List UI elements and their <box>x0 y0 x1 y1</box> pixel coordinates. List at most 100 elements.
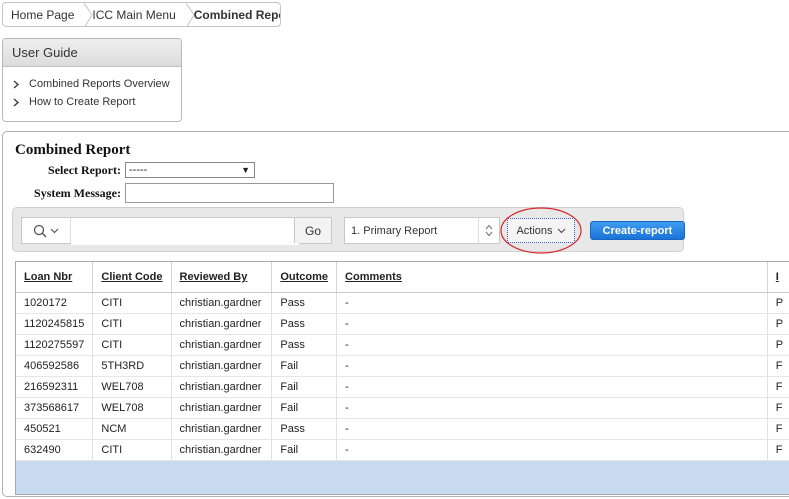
cell-loan-nbr: 373568617 <box>16 397 94 419</box>
search-icon <box>33 224 47 237</box>
updown-arrows-icon <box>478 218 499 243</box>
select-report-value: ----- <box>129 164 148 176</box>
cell-partial: F <box>767 418 789 440</box>
cell-comments: - <box>336 334 768 356</box>
column-header-reviewed-by[interactable]: Reviewed By <box>171 262 273 293</box>
cell-outcome: Fail <box>271 355 338 377</box>
saved-report-value: 1. Primary Report <box>351 224 438 237</box>
table-row: 1020172 CITI christian.gardner Pass - P <box>16 292 789 314</box>
select-report-label: Select Report: <box>48 163 121 177</box>
table-row: 406592586 5TH3RD christian.gardner Fail … <box>16 355 789 377</box>
cell-outcome: Pass <box>271 313 338 335</box>
system-message-field[interactable] <box>125 183 334 203</box>
cell-comments: - <box>336 355 768 377</box>
cell-partial: F <box>767 355 789 377</box>
region-title: Combined Report <box>15 142 131 158</box>
breadcrumb-current-label: Combined Report <box>193 7 280 22</box>
cell-loan-nbr: 632490 <box>16 439 94 461</box>
column-header-client-code[interactable]: Client Code <box>92 262 172 293</box>
table-row: 1120245815 CITI christian.gardner Pass -… <box>16 313 789 335</box>
column-header-outcome[interactable]: Outcome <box>271 262 338 293</box>
breadcrumb: Home Page ICC Main Menu Combined Report <box>2 2 281 27</box>
user-guide-list: Combined Reports Overview How to Create … <box>3 67 181 111</box>
guide-link-overview[interactable]: Combined Reports Overview <box>13 75 181 93</box>
cell-partial: F <box>767 397 789 419</box>
cell-reviewed-by: christian.gardner <box>171 355 273 377</box>
cell-outcome: Pass <box>271 334 338 356</box>
cell-partial: F <box>767 376 789 398</box>
cell-partial: P <box>767 292 789 314</box>
cell-comments: - <box>336 439 768 461</box>
cell-partial: P <box>767 313 789 335</box>
select-report-dropdown[interactable]: ----- ▼ <box>125 162 255 178</box>
table-row: 373568617 WEL708 christian.gardner Fail … <box>16 397 789 419</box>
system-message-label: System Message: <box>34 186 121 200</box>
breadcrumb-current: Combined Report <box>186 3 280 26</box>
cell-loan-nbr: 1020172 <box>16 292 94 314</box>
cell-loan-nbr: 450521 <box>16 418 94 440</box>
chevron-right-icon <box>13 98 23 107</box>
cell-client-code: CITI <box>92 313 172 335</box>
cell-loan-nbr: 1120245815 <box>16 313 94 335</box>
table-row: 632490 CITI christian.gardner Fail - F <box>16 439 789 461</box>
search-column-button[interactable] <box>22 218 71 243</box>
guide-link-how-to-create-label: How to Create Report <box>29 96 136 108</box>
cell-reviewed-by: christian.gardner <box>171 334 273 356</box>
cell-comments: - <box>336 418 768 440</box>
cell-comments: - <box>336 292 768 314</box>
cell-comments: - <box>336 397 768 419</box>
cell-reviewed-by: christian.gardner <box>171 418 273 440</box>
cell-loan-nbr: 216592311 <box>16 376 94 398</box>
report-table: Loan Nbr Client Code Reviewed By Outcome… <box>16 262 789 461</box>
cell-client-code: WEL708 <box>92 397 172 419</box>
cell-reviewed-by: christian.gardner <box>171 376 273 398</box>
cell-client-code: NCM <box>92 418 172 440</box>
column-header-comments[interactable]: Comments <box>336 262 768 293</box>
breadcrumb-home-label: Home Page <box>11 7 75 22</box>
search-bar: Go <box>21 217 332 245</box>
cell-client-code: CITI <box>92 292 172 314</box>
cell-client-code: 5TH3RD <box>92 355 172 377</box>
guide-link-how-to-create[interactable]: How to Create Report <box>13 93 181 111</box>
column-header-loan-nbr[interactable]: Loan Nbr <box>16 262 94 293</box>
go-button[interactable]: Go <box>294 218 331 243</box>
cell-partial: P <box>767 334 789 356</box>
report-table-container: Loan Nbr Client Code Reviewed By Outcome… <box>15 261 789 495</box>
breadcrumb-home[interactable]: Home Page <box>3 3 84 26</box>
cell-comments: - <box>336 376 768 398</box>
chevron-down-icon <box>50 228 59 233</box>
cell-reviewed-by: christian.gardner <box>171 292 273 314</box>
breadcrumb-icc-main-menu[interactable]: ICC Main Menu <box>84 3 185 26</box>
cell-client-code: CITI <box>92 439 172 461</box>
cell-client-code: CITI <box>92 334 172 356</box>
user-guide-title: User Guide <box>3 39 181 67</box>
column-header-partial[interactable]: I <box>767 262 789 293</box>
table-row: 216592311 WEL708 christian.gardner Fail … <box>16 376 789 398</box>
cell-outcome: Pass <box>271 418 338 440</box>
cell-reviewed-by: christian.gardner <box>171 313 273 335</box>
highlight-ellipse <box>500 207 582 254</box>
cell-comments: - <box>336 313 768 335</box>
cell-loan-nbr: 1120275597 <box>16 334 94 356</box>
table-header-row: Loan Nbr Client Code Reviewed By Outcome… <box>16 262 789 293</box>
cell-client-code: WEL708 <box>92 376 172 398</box>
cell-outcome: Fail <box>271 376 338 398</box>
create-report-button[interactable]: Create-report <box>590 221 685 240</box>
cell-outcome: Fail <box>271 439 338 461</box>
cell-loan-nbr: 406592586 <box>16 355 94 377</box>
table-row: 450521 NCM christian.gardner Pass - F <box>16 418 789 440</box>
cell-outcome: Fail <box>271 397 338 419</box>
cell-partial: F <box>767 439 789 461</box>
saved-report-select[interactable]: 1. Primary Report <box>344 217 500 244</box>
table-row: 1120275597 CITI christian.gardner Pass -… <box>16 334 789 356</box>
search-input[interactable] <box>71 218 299 245</box>
dropdown-arrow-icon: ▼ <box>241 165 250 175</box>
user-guide-panel: User Guide Combined Reports Overview How… <box>2 38 182 122</box>
chevron-right-icon <box>13 80 23 89</box>
breadcrumb-icc-label: ICC Main Menu <box>92 7 176 22</box>
cell-reviewed-by: christian.gardner <box>171 397 273 419</box>
cell-outcome: Pass <box>271 292 338 314</box>
combined-report-region: Combined Report Select Report: ----- ▼ S… <box>2 131 789 497</box>
cell-reviewed-by: christian.gardner <box>171 439 273 461</box>
report-toolbar: Go 1. Primary Report Actions Create-repo… <box>12 207 685 254</box>
